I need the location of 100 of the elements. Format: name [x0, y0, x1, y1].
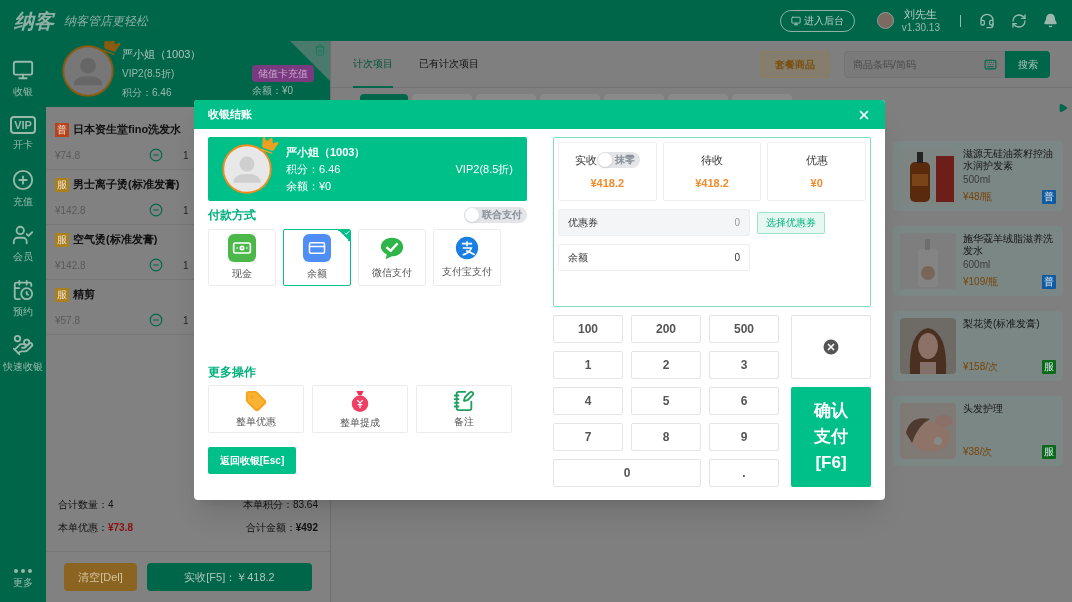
- payment-option[interactable]: 微信支付: [358, 229, 426, 286]
- alipay-icon: [455, 236, 479, 260]
- operation-option[interactable]: 整单优惠: [208, 385, 304, 433]
- category-tab[interactable]: [476, 94, 536, 100]
- total-label: 待收: [701, 153, 723, 168]
- product-card[interactable]: 头发护理 ¥38/次 服: [893, 396, 1063, 466]
- category-tab[interactable]: [412, 94, 472, 100]
- category-tab[interactable]: [604, 94, 664, 100]
- item-name: 空气烫(标准发膏): [73, 232, 158, 248]
- item-quantity: 1: [183, 148, 189, 163]
- trash-icon[interactable]: [314, 44, 326, 56]
- sidebar-item[interactable]: 会员: [13, 248, 33, 264]
- keypad-key[interactable]: 3: [709, 351, 779, 379]
- operation-option[interactable]: 整单提成: [312, 385, 408, 433]
- member-level: VIP2(8.5折): [122, 67, 176, 81]
- product-name: 头发护理: [963, 403, 1004, 415]
- item-name: 精剪: [73, 287, 95, 303]
- coins-icon: [12, 333, 34, 356]
- product-price: ¥38/次: [963, 446, 993, 458]
- clear-button[interactable]: 清空[Del]: [64, 563, 137, 591]
- keypad-key[interactable]: 9: [709, 423, 779, 451]
- sync-icon[interactable]: [1011, 12, 1027, 29]
- item-quantity: 1: [183, 313, 189, 328]
- keypad-key[interactable]: 7: [553, 423, 623, 451]
- recharge-button[interactable]: 储值卡充值: [252, 65, 314, 82]
- payment-option[interactable]: 现金: [208, 229, 276, 286]
- sidebar-item[interactable]: 开卡: [13, 136, 33, 152]
- category-tab[interactable]: [732, 94, 792, 100]
- right-arrow-icon[interactable]: [1058, 102, 1068, 114]
- coupon-field[interactable]: 优惠券 0: [558, 209, 750, 236]
- product-card[interactable]: 施华蔻羊绒脂滋养洗发水 600ml ¥109/瓶 普: [893, 226, 1063, 296]
- product-card[interactable]: 滋源无硅油茶籽控油水润护发素 500ml ¥48/瓶 普: [893, 141, 1063, 211]
- card-icon: [303, 234, 331, 262]
- sidebar-item[interactable]: 快速收银: [3, 358, 43, 374]
- keyboard-icon[interactable]: [984, 57, 997, 71]
- payment-option[interactable]: 支付宝支付: [433, 229, 501, 286]
- keypad-key[interactable]: 0: [553, 459, 701, 487]
- cash-icon: [228, 234, 256, 262]
- operation-option[interactable]: 备注: [416, 385, 512, 433]
- keypad-key[interactable]: 100: [553, 315, 623, 343]
- product-name: 梨花烫(标准发膏): [963, 318, 1041, 330]
- pay-button[interactable]: 实收[F5]：￥418.2: [147, 563, 312, 591]
- keypad-key[interactable]: .: [709, 459, 779, 487]
- payment-option[interactable]: 余额: [283, 229, 351, 286]
- minus-icon[interactable]: [149, 313, 163, 328]
- member-points: 积分：6.46: [122, 86, 173, 100]
- monitor-icon: [12, 58, 34, 81]
- keypad-key[interactable]: 1: [553, 351, 623, 379]
- product-price: ¥109/瓶: [963, 276, 999, 288]
- keypad-key[interactable]: 200: [631, 315, 701, 343]
- sidebar-item[interactable]: 更多: [13, 575, 33, 590]
- balance-field[interactable]: 余额 0: [558, 244, 750, 271]
- section-title: 更多操作: [208, 364, 257, 379]
- product-tag: 服: [1042, 445, 1056, 459]
- category-tab[interactable]: [668, 94, 728, 100]
- avatar: [62, 45, 114, 97]
- headset-icon[interactable]: [979, 12, 995, 29]
- keypad-key[interactable]: 500: [709, 315, 779, 343]
- avatar: [222, 144, 272, 194]
- keypad-key[interactable]: 5: [631, 387, 701, 415]
- member-points: 积分：6.46: [286, 161, 342, 177]
- total-label: 实收: [574, 153, 597, 168]
- category-tab[interactable]: [540, 94, 600, 100]
- tab[interactable]: 已有计次项目: [419, 40, 479, 88]
- item-tag: 普: [55, 122, 69, 137]
- keypad-key[interactable]: 4: [553, 387, 623, 415]
- bell-icon[interactable]: [1043, 13, 1058, 28]
- member-name: 严小姐（1003）: [286, 144, 366, 160]
- keypad-key[interactable]: 8: [631, 423, 701, 451]
- minus-icon[interactable]: [149, 148, 163, 163]
- keypad-key[interactable]: 2: [631, 351, 701, 379]
- note-icon: [453, 389, 475, 412]
- member-level: VIP2(8.5折): [455, 161, 513, 177]
- category-tab[interactable]: [360, 94, 408, 100]
- product-price: ¥158/次: [963, 361, 999, 373]
- vip-icon: VIP: [10, 115, 36, 134]
- tag-icon: [245, 389, 267, 412]
- item-tag: 服: [55, 287, 69, 302]
- product-tag: 服: [1042, 360, 1056, 374]
- user-check-icon: [12, 223, 34, 246]
- item-tag: 服: [55, 232, 69, 247]
- product-name: 施华蔻羊绒脂滋养洗发水: [963, 233, 1054, 257]
- minus-icon[interactable]: [149, 203, 163, 218]
- product-card[interactable]: 梨花烫(标准发膏) ¥158/次 服: [893, 311, 1063, 381]
- keypad-key[interactable]: 6: [709, 387, 779, 415]
- item-name: 男士离子烫(标准发膏): [73, 177, 180, 193]
- total-value: ¥418.2: [590, 175, 625, 191]
- backspace-key[interactable]: [791, 315, 871, 379]
- product-name: 滋源无硅油茶籽控油水润护发素: [963, 148, 1054, 172]
- minus-icon[interactable]: [149, 258, 163, 273]
- order-points: 本单积分：83.64: [242, 498, 318, 512]
- sidebar-item[interactable]: 收银: [13, 83, 33, 99]
- monitor-icon: [790, 15, 801, 26]
- item-name: 日本资生堂fino洗发水: [73, 122, 182, 138]
- plus-circle-icon: [12, 168, 34, 191]
- search-button[interactable]: 搜索: [1005, 50, 1050, 78]
- section-title: 付款方式: [208, 207, 256, 224]
- sidebar-item[interactable]: 预约: [13, 303, 33, 319]
- sidebar-item[interactable]: 充值: [13, 193, 33, 209]
- calendar-clock-icon: [12, 278, 34, 301]
